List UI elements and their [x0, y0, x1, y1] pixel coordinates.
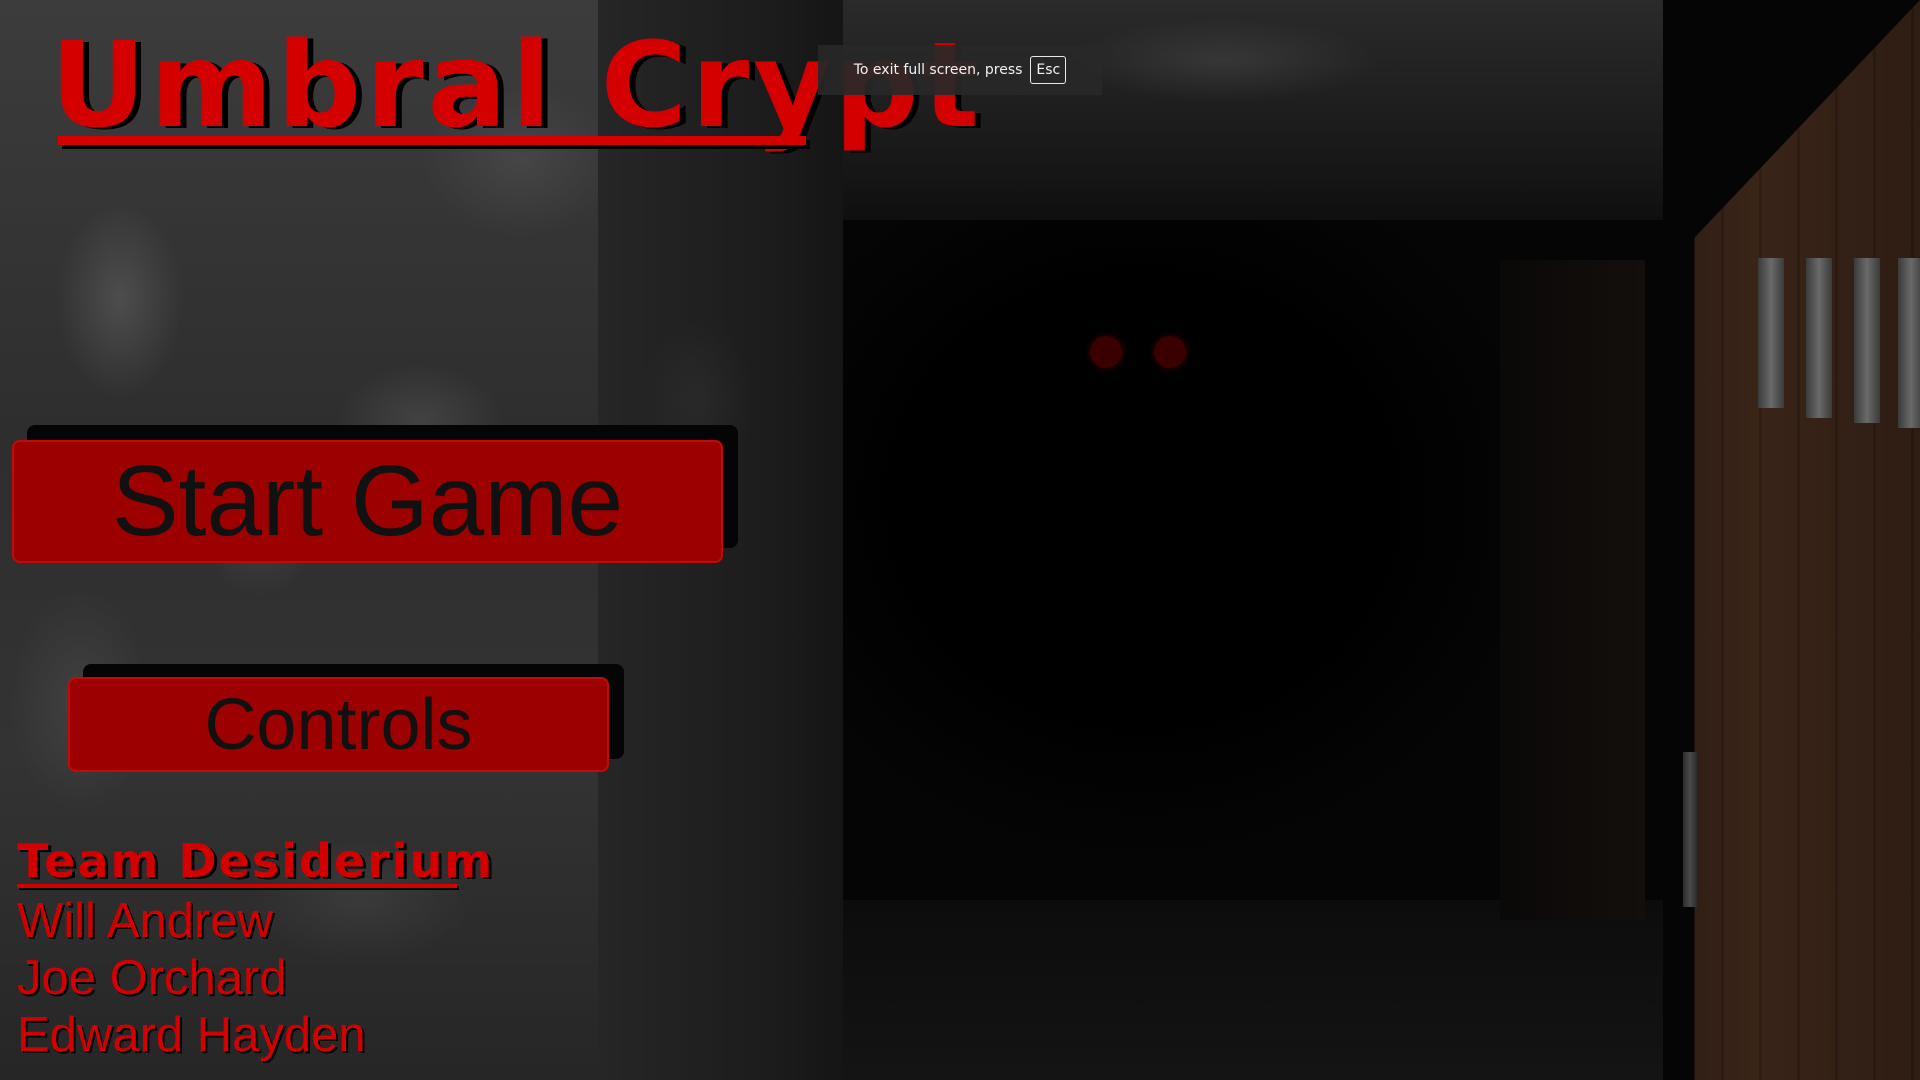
controls-label: Controls — [204, 684, 473, 765]
esc-key-badge: Esc — [1030, 56, 1067, 84]
start-game-label: Start Game — [111, 445, 624, 557]
controls-button[interactable]: Controls — [68, 677, 609, 772]
credit-member: Will Andrew — [17, 894, 273, 948]
fullscreen-notice-text: To exit full screen, press — [853, 62, 1023, 78]
credit-member: Edward Hayden — [17, 1008, 366, 1062]
start-game-button[interactable]: Start Game — [12, 440, 723, 563]
title-underline — [58, 136, 806, 145]
door-handle — [1683, 752, 1697, 907]
fullscreen-exit-notice: To exit full screen, press Esc — [818, 45, 1102, 95]
credit-member: Joe Orchard — [17, 951, 287, 1005]
crypt-floor — [843, 900, 1663, 1080]
team-name-underline — [17, 884, 457, 888]
corridor-right-wall — [1500, 260, 1645, 920]
glowing-eye-right — [1154, 336, 1186, 368]
door-window-bars — [1758, 258, 1920, 428]
glowing-eye-left — [1090, 336, 1122, 368]
team-name: Team Desiderium — [17, 834, 495, 888]
wooden-door — [1694, 0, 1920, 1080]
